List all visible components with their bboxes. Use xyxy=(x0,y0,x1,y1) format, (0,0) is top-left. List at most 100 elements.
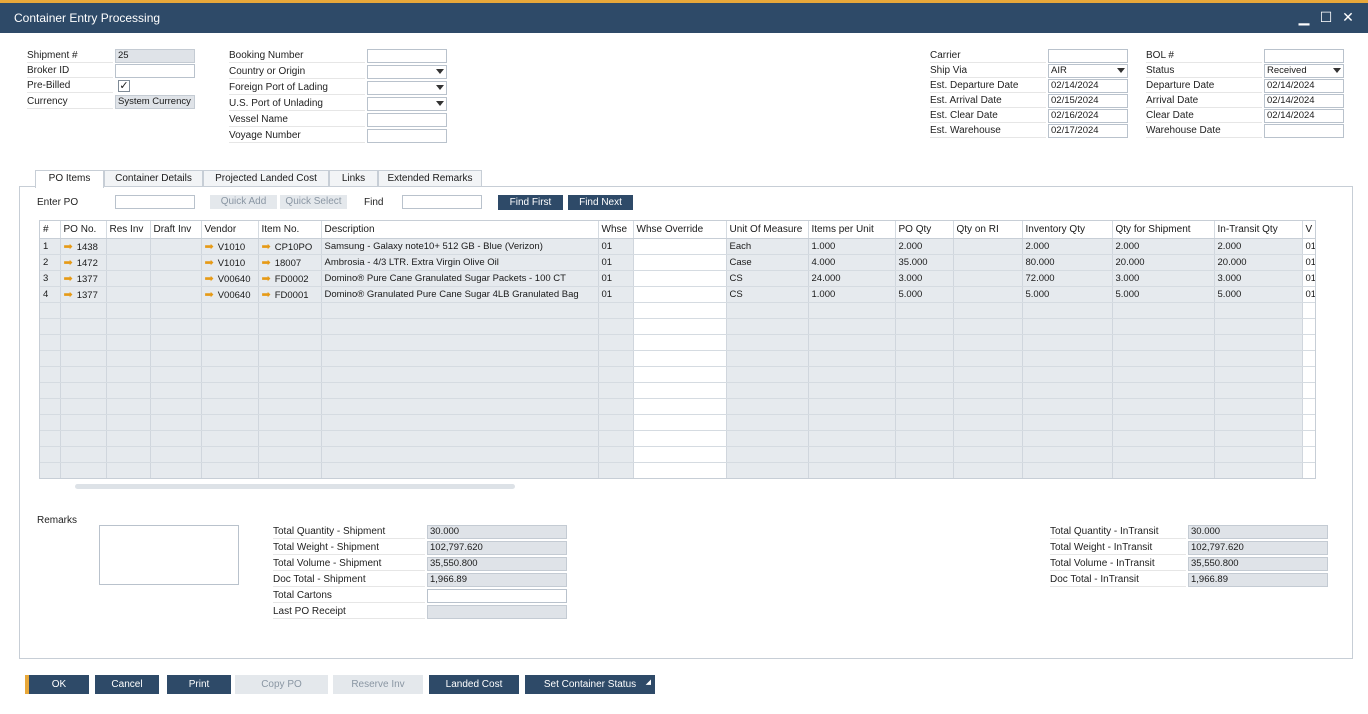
quick-select-button[interactable]: Quick Select xyxy=(280,195,347,209)
grid-cell[interactable] xyxy=(150,382,201,398)
grid-cell[interactable]: 3.000 xyxy=(895,270,953,286)
grid-cell[interactable] xyxy=(633,430,726,446)
grid-cell[interactable]: ➡V00640 xyxy=(201,270,258,286)
col-header-po-no[interactable]: PO No. xyxy=(60,221,106,238)
grid-cell[interactable] xyxy=(726,462,808,478)
grid-cell[interactable] xyxy=(258,334,321,350)
grid-cell[interactable] xyxy=(1112,446,1214,462)
total-field[interactable]: 102,797.620 xyxy=(427,541,567,555)
grid-cell[interactable]: 2.000 xyxy=(895,238,953,254)
find-next-button[interactable]: Find Next xyxy=(568,195,633,210)
grid-cell[interactable]: Each xyxy=(726,238,808,254)
grid-cell[interactable] xyxy=(633,462,726,478)
grid-cell[interactable] xyxy=(895,382,953,398)
grid-cell[interactable] xyxy=(598,334,633,350)
table-row[interactable] xyxy=(40,414,1316,430)
prebilled-checkbox[interactable]: ✓ xyxy=(118,80,130,92)
grid-cell[interactable] xyxy=(60,398,106,414)
status-select[interactable]: Received xyxy=(1264,64,1344,78)
grid-cell[interactable] xyxy=(953,302,1022,318)
grid-cell[interactable] xyxy=(953,446,1022,462)
grid-cell[interactable] xyxy=(258,462,321,478)
grid-cell[interactable] xyxy=(258,302,321,318)
departure-field[interactable]: 02/14/2024 xyxy=(1264,79,1344,93)
grid-cell[interactable] xyxy=(598,318,633,334)
grid-cell[interactable] xyxy=(1214,462,1302,478)
grid-cell[interactable]: 2.000 xyxy=(1214,238,1302,254)
grid-cell[interactable] xyxy=(1112,382,1214,398)
grid-cell[interactable] xyxy=(1214,318,1302,334)
grid-cell[interactable] xyxy=(60,382,106,398)
grid-cell[interactable]: 01- xyxy=(1302,254,1316,270)
grid-cell[interactable] xyxy=(106,238,150,254)
grid-cell[interactable] xyxy=(150,270,201,286)
grid-cell[interactable] xyxy=(598,446,633,462)
grid-cell[interactable] xyxy=(258,398,321,414)
grid-cell[interactable] xyxy=(1302,414,1316,430)
col-header-in-transit-qty[interactable]: In-Transit Qty xyxy=(1214,221,1302,238)
grid-cell[interactable] xyxy=(808,366,895,382)
grid-cell[interactable]: ➡V1010 xyxy=(201,238,258,254)
grid-cell[interactable] xyxy=(895,414,953,430)
grid-cell[interactable] xyxy=(106,398,150,414)
table-row[interactable]: 1➡1438➡V1010➡CP10POSamsung - Galaxy note… xyxy=(40,238,1316,254)
grid-cell[interactable] xyxy=(321,414,598,430)
arrival-field[interactable]: 02/14/2024 xyxy=(1264,94,1344,108)
grid-cell[interactable] xyxy=(633,350,726,366)
col-header-po-qty[interactable]: PO Qty xyxy=(895,221,953,238)
grid-cell[interactable] xyxy=(633,254,726,270)
grid-cell[interactable] xyxy=(201,382,258,398)
cancel-button[interactable]: Cancel xyxy=(95,675,159,694)
table-row[interactable] xyxy=(40,302,1316,318)
horizontal-scrollbar[interactable] xyxy=(75,484,515,489)
grid-cell[interactable] xyxy=(40,350,60,366)
grid-cell[interactable] xyxy=(726,382,808,398)
grid-cell[interactable] xyxy=(321,302,598,318)
booking-field[interactable] xyxy=(367,49,447,63)
grid-cell[interactable] xyxy=(201,366,258,382)
table-row[interactable] xyxy=(40,446,1316,462)
landed-cost-button[interactable]: Landed Cost xyxy=(429,675,519,694)
grid-cell[interactable] xyxy=(150,462,201,478)
grid-cell[interactable] xyxy=(953,366,1022,382)
grid-cell[interactable] xyxy=(40,382,60,398)
grid-cell[interactable]: 5.000 xyxy=(1022,286,1112,302)
grid-cell[interactable] xyxy=(953,382,1022,398)
enter-po-field[interactable] xyxy=(115,195,195,209)
clear-field[interactable]: 02/14/2024 xyxy=(1264,109,1344,123)
grid-cell[interactable] xyxy=(633,270,726,286)
grid-cell[interactable] xyxy=(258,430,321,446)
grid-cell[interactable] xyxy=(258,446,321,462)
tab-links[interactable]: Links xyxy=(329,170,378,187)
grid-cell[interactable] xyxy=(60,366,106,382)
grid-cell[interactable] xyxy=(106,446,150,462)
grid-cell[interactable] xyxy=(150,254,201,270)
grid-cell[interactable] xyxy=(726,398,808,414)
grid-cell[interactable] xyxy=(1022,414,1112,430)
grid-cell[interactable] xyxy=(633,398,726,414)
grid-cell[interactable]: CS xyxy=(726,270,808,286)
grid-cell[interactable]: Domino® Pure Cane Granulated Sugar Packe… xyxy=(321,270,598,286)
grid-cell[interactable] xyxy=(1022,446,1112,462)
grid-cell[interactable] xyxy=(953,286,1022,302)
grid-cell[interactable] xyxy=(598,302,633,318)
grid-cell[interactable] xyxy=(40,446,60,462)
grid-cell[interactable]: ➡V00640 xyxy=(201,286,258,302)
tab-container-details[interactable]: Container Details xyxy=(104,170,203,187)
grid-cell[interactable] xyxy=(40,318,60,334)
grid-cell[interactable] xyxy=(60,350,106,366)
grid-cell[interactable] xyxy=(726,430,808,446)
grid-cell[interactable] xyxy=(1214,398,1302,414)
grid-cell[interactable] xyxy=(258,350,321,366)
grid-cell[interactable] xyxy=(598,350,633,366)
grid-cell[interactable] xyxy=(808,334,895,350)
grid-cell[interactable] xyxy=(106,462,150,478)
grid-cell[interactable] xyxy=(1112,398,1214,414)
total-field[interactable] xyxy=(427,605,567,619)
grid-cell[interactable] xyxy=(106,382,150,398)
grid-cell[interactable] xyxy=(60,430,106,446)
col-header-qty-on-ri[interactable]: Qty on RI xyxy=(953,221,1022,238)
grid-cell[interactable]: 20.000 xyxy=(1214,254,1302,270)
grid-cell[interactable]: 01- xyxy=(1302,270,1316,286)
grid-cell[interactable] xyxy=(106,414,150,430)
